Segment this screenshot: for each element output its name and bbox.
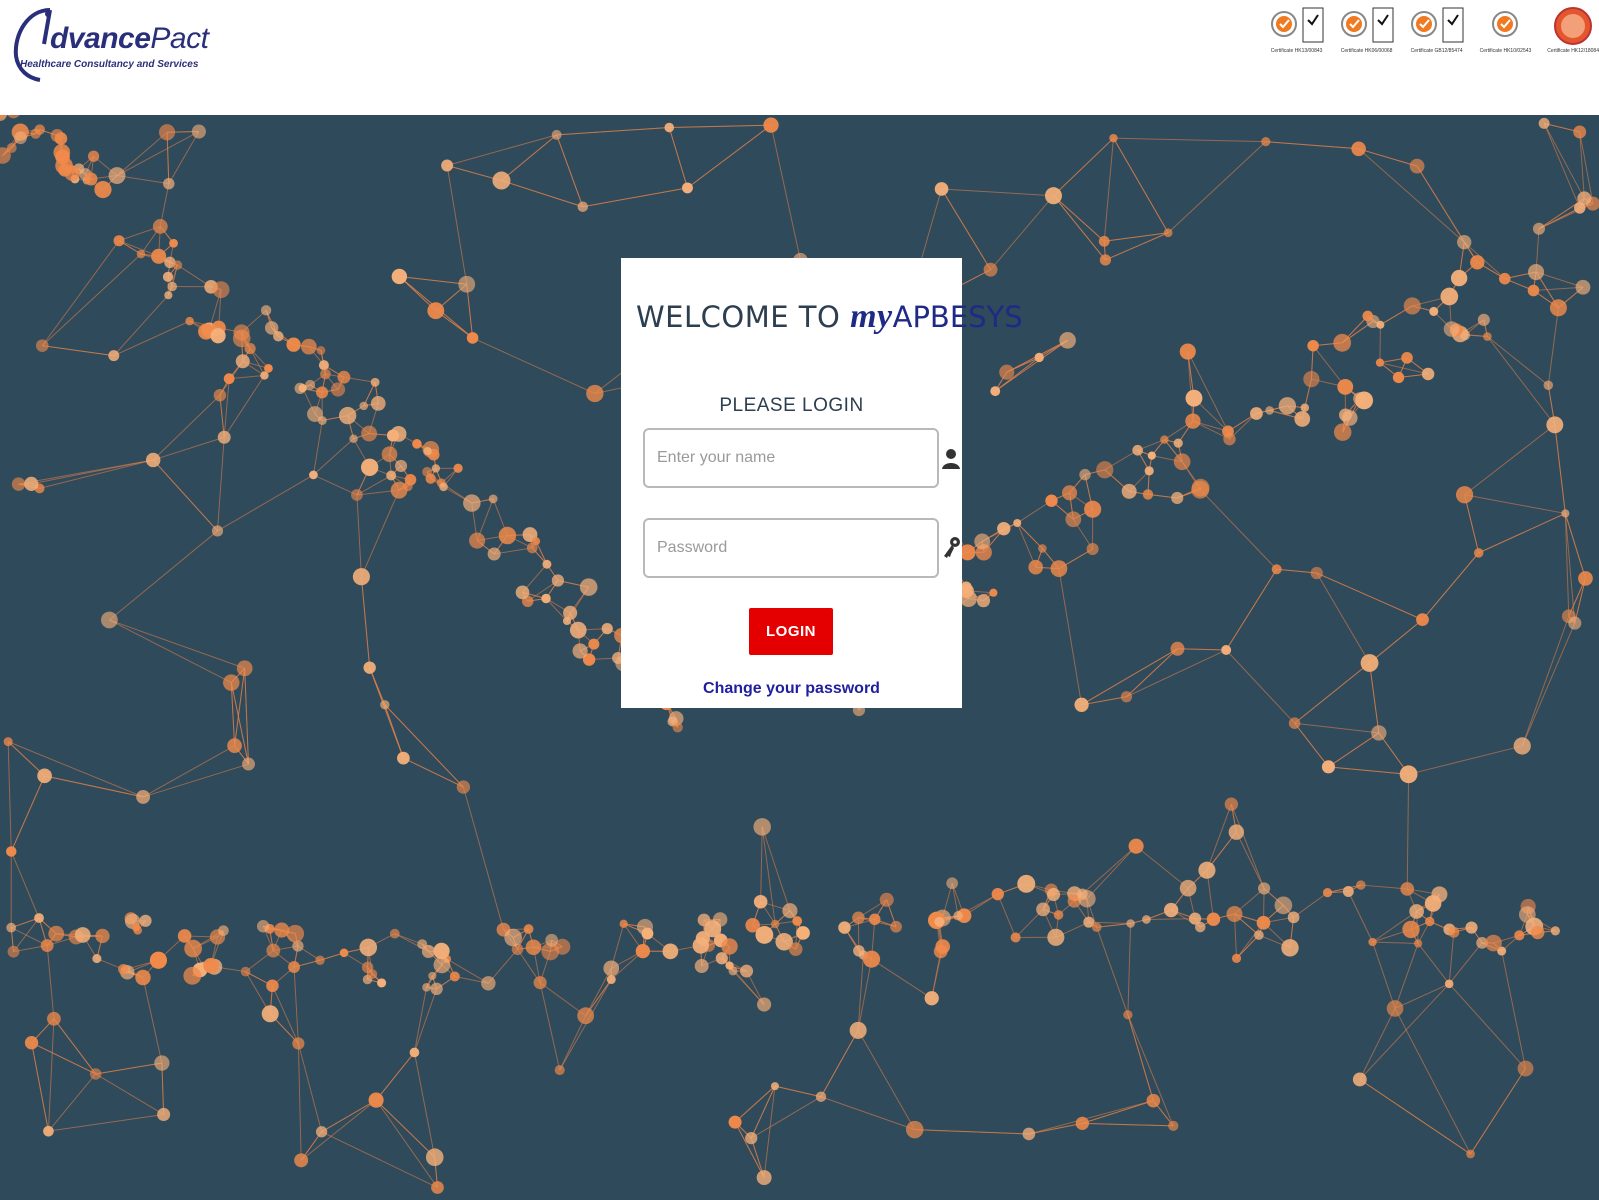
login-button[interactable]: LOGIN: [749, 608, 833, 655]
sgs-icon: [1492, 11, 1519, 37]
change-password-link[interactable]: Change your password: [621, 680, 962, 698]
logo-wordmark: dvancePact: [50, 22, 209, 55]
ukas-icon: [1372, 7, 1394, 43]
sgs-icon: [1270, 11, 1297, 37]
advancepact-logo[interactable]: dvancePact Healthcare Consultancy and Se…: [10, 4, 209, 88]
logo-tagline: Healthcare Consultancy and Services: [20, 59, 199, 70]
username-field[interactable]: [643, 428, 939, 488]
username-input[interactable]: [645, 430, 937, 486]
please-login-label: PLEASE LOGIN: [719, 395, 864, 416]
cert-badge: Certificate HK06/00068: [1340, 6, 1394, 54]
key-icon: [944, 537, 960, 558]
user-icon: [942, 449, 960, 469]
password-input[interactable]: [645, 520, 937, 576]
cert-badge: Certificate HK12/18084: [1547, 6, 1599, 54]
welcome-heading: WELCOME TO myAPBESYS: [636, 298, 1023, 335]
page-header: dvancePact Healthcare Consultancy and Se…: [0, 0, 1599, 115]
ukas-icon: [1442, 7, 1464, 43]
sgs-icon: [1340, 11, 1367, 37]
password-field[interactable]: [643, 518, 939, 578]
ukas-icon: [1302, 7, 1324, 43]
cert-badge: Certificate HK13/00843: [1270, 6, 1324, 54]
certification-badges: Certificate HK13/00843 Certificate HK06/…: [1270, 6, 1599, 88]
cert-badge: Certificate HK10/02543: [1480, 6, 1531, 54]
login-card: WELCOME TO myAPBESYS PLEASE LOGIN LOGIN …: [621, 258, 1023, 708]
sgs-icon: [1410, 11, 1437, 37]
standards-icon: [1554, 7, 1593, 45]
cert-badge: Certificate GB12/85474: [1410, 6, 1464, 54]
